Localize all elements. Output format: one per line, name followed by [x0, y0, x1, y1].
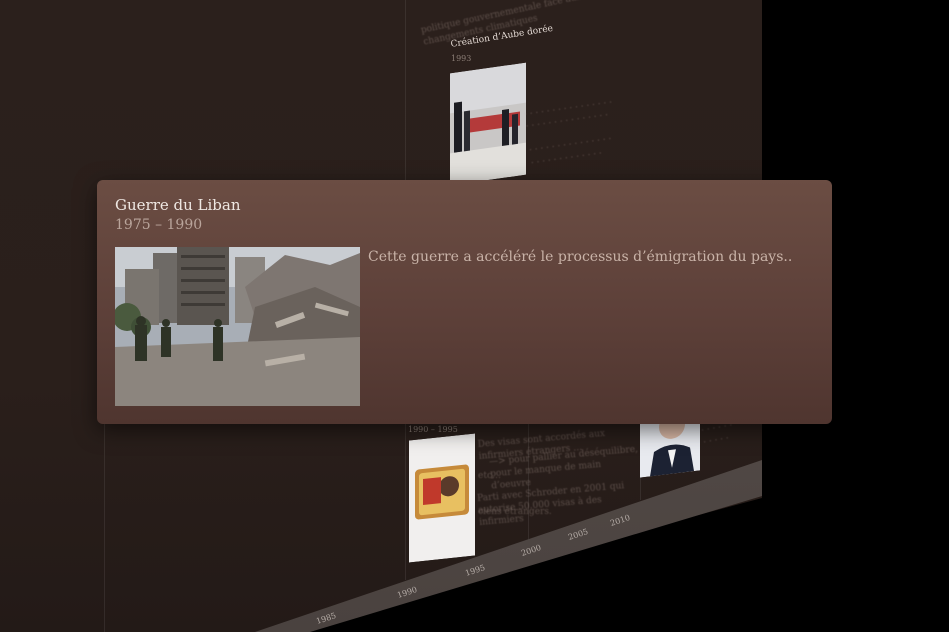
event-year: 1993	[451, 54, 472, 63]
war-ruins-photo[interactable]	[115, 247, 360, 406]
popup-years: 1975 – 1990	[115, 217, 203, 233]
popup-title: Guerre du Liban	[115, 196, 241, 214]
popup-description: Cette guerre a accéléré le processus d’é…	[368, 249, 793, 265]
background-paragraph: ciens étrangers.	[478, 507, 552, 517]
event-thumbnail[interactable]	[450, 62, 526, 186]
event-thumbnail[interactable]	[409, 433, 475, 563]
timeline-divider	[104, 400, 105, 632]
background-paragraph: etc…	[478, 471, 501, 481]
event-year: 1990 – 1995	[408, 425, 458, 434]
event-detail-popup[interactable]: Guerre du Liban 1975 – 1990 Cette guerre…	[97, 180, 832, 424]
